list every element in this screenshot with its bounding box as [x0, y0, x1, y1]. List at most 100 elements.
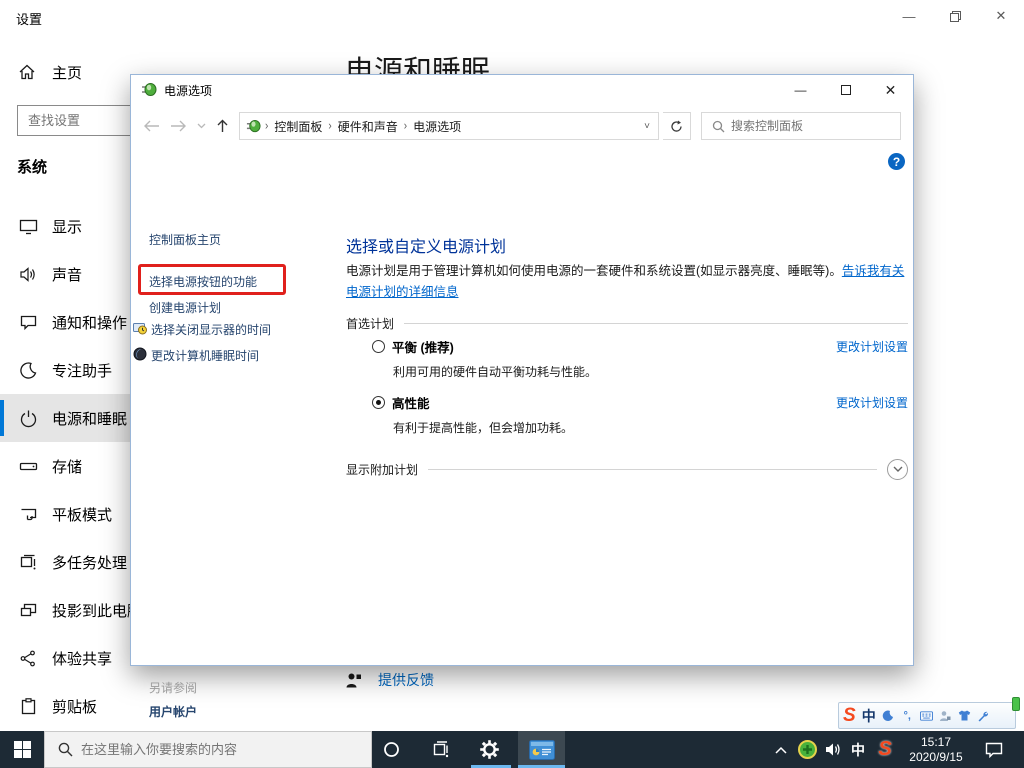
sleep-time-link[interactable]: 更改计算机睡眠时间	[151, 347, 259, 364]
sidebar-home-label: 主页	[52, 64, 83, 82]
breadcrumb-control-panel[interactable]: 控制面板	[274, 118, 322, 135]
feedback-person-icon	[346, 673, 361, 687]
feedback-link[interactable]: 提供反馈	[345, 670, 434, 690]
refresh-button[interactable]	[663, 112, 691, 140]
help-button[interactable]: ?	[888, 153, 905, 170]
cortana-button[interactable]	[369, 731, 413, 768]
control-panel-search-box[interactable]	[701, 112, 901, 140]
display-off-time-icon	[133, 321, 147, 335]
multitasking-icon	[18, 552, 38, 572]
keyboard-icon[interactable]	[919, 710, 933, 721]
sidebar-item-label: 声音	[52, 266, 83, 284]
restore-icon	[949, 10, 961, 22]
task-view-button[interactable]	[418, 731, 462, 768]
plan-description: 利用可用的硬件自动平衡功耗与性能。	[393, 365, 598, 379]
user-icon[interactable]	[939, 710, 952, 722]
ime-indicator[interactable]: 中	[845, 731, 871, 768]
control-panel-search-input[interactable]	[731, 119, 900, 133]
preferred-plans-label: 首选计划	[346, 317, 395, 331]
settings-restore-button[interactable]	[932, 0, 978, 32]
windows-logo-icon	[13, 741, 31, 758]
power-toolbar: › 控制面板 › 硬件和声音 › 电源选项 ˅	[131, 105, 913, 147]
task-view-icon	[433, 741, 448, 758]
skin-shirt-icon[interactable]	[958, 710, 971, 721]
sidebar-item-label: 平板模式	[52, 506, 113, 524]
sound-icon	[18, 264, 38, 284]
focus-assist-icon	[18, 360, 38, 380]
breadcrumb[interactable]: › 控制面板 › 硬件和声音 › 电源选项 ˅	[239, 112, 659, 140]
power-close-button[interactable]: ✕	[868, 75, 913, 105]
display-icon	[18, 216, 38, 236]
cortana-icon	[383, 742, 399, 757]
power-buttons-function-link[interactable]: 选择电源按钮的功能	[149, 273, 257, 290]
up-icon[interactable]	[216, 119, 229, 133]
plan-name[interactable]: 平衡 (推荐)	[392, 337, 454, 356]
navigation-arrows	[143, 119, 229, 133]
change-plan-settings-link[interactable]: 更改计划设置	[836, 394, 908, 411]
clock-time: 15:17	[920, 735, 952, 749]
desktop: 设置 — ✕ 电源和睡眠 主页 系统 显示 声音	[0, 0, 1024, 768]
search-icon	[712, 120, 725, 133]
user-accounts-link[interactable]: 用户帐户	[149, 703, 197, 720]
taskbar-settings-app[interactable]	[467, 731, 511, 768]
additional-plans-label: 显示附加计划	[346, 463, 419, 477]
additional-plans-section: 显示附加计划	[346, 459, 908, 480]
recent-pages-chevron-icon[interactable]	[197, 123, 206, 129]
wrench-icon[interactable]	[977, 710, 990, 722]
display-off-time-link[interactable]: 选择关闭显示器的时间	[151, 321, 271, 338]
balanced-radio[interactable]	[372, 340, 385, 353]
speaker-icon	[825, 743, 840, 756]
volume-button[interactable]	[818, 731, 848, 768]
taskbar: 中 S 15:17 2020/9/15	[0, 731, 1024, 768]
battery-status-icon[interactable]	[1012, 697, 1020, 711]
high-performance-radio[interactable]	[372, 396, 385, 409]
preferred-plans-section: 首选计划	[346, 315, 908, 332]
power-titlebar[interactable]: 电源选项 — ✕	[131, 75, 913, 105]
projecting-icon	[18, 600, 38, 620]
breadcrumb-power-options[interactable]: 电源选项	[413, 118, 461, 135]
control-panel-home-link[interactable]: 控制面板主页	[149, 231, 221, 248]
tray-show-hidden-button[interactable]	[766, 731, 796, 768]
sidebar-item-label: 体验共享	[52, 650, 113, 668]
see-also-header: 另请参阅	[149, 681, 198, 695]
settings-close-button[interactable]: ✕	[978, 0, 1024, 32]
power-maximize-button[interactable]	[823, 75, 868, 105]
change-plan-settings-link[interactable]: 更改计划设置	[836, 338, 908, 355]
plan-name[interactable]: 高性能	[392, 393, 430, 412]
shared-experiences-icon	[18, 648, 38, 668]
breadcrumb-dropdown-chevron-icon[interactable]: ˅	[644, 121, 650, 132]
start-button[interactable]	[0, 731, 44, 768]
sidebar-item-label: 剪贴板	[52, 698, 98, 716]
taskbar-clock[interactable]: 15:17 2020/9/15	[905, 735, 967, 765]
back-icon[interactable]	[143, 120, 160, 132]
gear-icon	[479, 740, 499, 759]
feedback-label: 提供反馈	[378, 672, 434, 688]
power-minimize-button[interactable]: —	[778, 75, 823, 105]
forward-icon[interactable]	[170, 120, 187, 132]
moon-icon[interactable]	[882, 710, 895, 722]
sogou-logo-icon[interactable]: S	[843, 706, 856, 725]
plan-row-balanced: 平衡 (推荐) 更改计划设置	[372, 337, 908, 356]
taskbar-search-box[interactable]	[44, 731, 372, 768]
create-power-plan-link[interactable]: 创建电源计划	[149, 299, 221, 316]
section-divider	[428, 469, 877, 470]
punctuation-icon[interactable]: °,	[901, 710, 914, 722]
sidebar-item-label: 显示	[52, 218, 83, 236]
tray-sogou-icon[interactable]: S	[870, 731, 900, 768]
breadcrumb-separator: ›	[265, 119, 269, 133]
sidebar-item-label: 专注助手	[52, 362, 113, 380]
taskbar-active-app[interactable]	[518, 731, 565, 768]
storage-icon	[18, 456, 38, 476]
breadcrumb-hardware-sound[interactable]: 硬件和声音	[338, 118, 398, 135]
description-text: 电源计划是用于管理计算机如何使用电源的一套硬件和系统设置(如显示器亮度、睡眠等)…	[346, 264, 842, 278]
sidebar-item-label: 通知和操作	[52, 314, 128, 332]
section-divider	[404, 323, 908, 324]
taskbar-search-input[interactable]	[81, 742, 371, 757]
expand-plans-button[interactable]	[887, 459, 908, 480]
clock-date: 2020/9/15	[909, 750, 963, 764]
settings-minimize-button[interactable]: —	[886, 0, 932, 32]
tray-antivirus-icon[interactable]	[793, 731, 821, 768]
ime-mode-toggle[interactable]: 中	[862, 706, 876, 726]
power-options-window: 电源选项 — ✕ › 控制面板 › 硬件和声音 › 电源选项 ˅ 搜索控制面板 …	[130, 74, 914, 719]
action-center-button[interactable]	[972, 731, 1016, 768]
